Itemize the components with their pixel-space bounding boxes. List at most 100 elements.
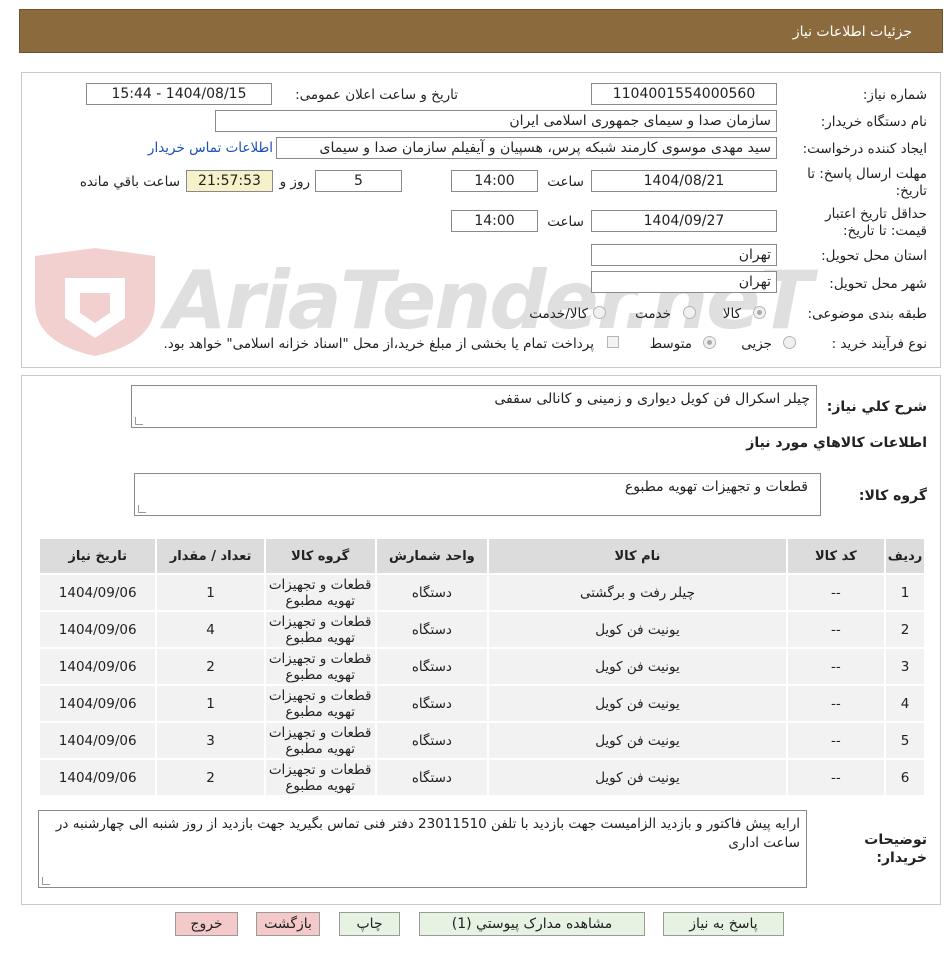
days-field: 5	[315, 170, 402, 192]
buyer-notes-label: توضیحات	[864, 832, 927, 848]
table-row: 3 -- یونیت فن کویل دستگاه قطعات و تجهیزا…	[37, 647, 926, 686]
category-label: طبقه بندی موضوعی:	[807, 306, 927, 322]
remaining-time-field: 21:57:53	[186, 170, 273, 192]
cell-row: 3	[884, 647, 926, 686]
exit-button[interactable]: خروج	[175, 912, 238, 936]
cell-unit: دستگاه	[374, 684, 490, 723]
validity-label-2: قیمت: تا تاریخ:	[843, 223, 927, 239]
table-row: 2 -- یونیت فن کویل دستگاه قطعات و تجهیزا…	[37, 610, 926, 649]
process-partial-label: جزیی	[741, 336, 772, 352]
deadline-label-2: تاریخ:	[895, 183, 927, 199]
items-table-body: 1 -- چیلر رفت و برگشتی دستگاه قطعات و تج…	[37, 573, 926, 797]
buyer-contact-link[interactable]: اطلاعات تماس خریدار	[148, 140, 273, 156]
buyer-notes-label-2: خریدار:	[876, 850, 927, 866]
cell-group: قطعات و تجهیزات تهویه مطبوع	[263, 647, 377, 686]
cell-code: --	[785, 610, 887, 649]
resize-grip-icon[interactable]	[138, 505, 146, 513]
category-goods-radio[interactable]	[753, 306, 766, 319]
cell-row: 2	[884, 610, 926, 649]
cell-row: 4	[884, 684, 926, 723]
resize-grip-icon[interactable]	[42, 877, 50, 885]
print-button[interactable]: چاپ	[339, 912, 400, 936]
treasury-payment-note: پرداخت تمام یا بخشی از مبلغ خرید،از محل …	[163, 336, 594, 352]
table-row: 5 -- یونیت فن کویل دستگاه قطعات و تجهیزا…	[37, 721, 926, 760]
cell-qty: 1	[155, 684, 266, 723]
resize-grip-icon[interactable]	[135, 417, 143, 425]
province-field: تهران	[591, 244, 777, 266]
cell-date: 1404/09/06	[37, 573, 158, 612]
col-row-header: ردیف	[884, 537, 926, 575]
reply-button[interactable]: پاسخ به نیاز	[663, 912, 784, 936]
category-goods-label: کالا	[722, 306, 741, 322]
cell-unit: دستگاه	[374, 573, 490, 612]
city-field: تهران	[591, 271, 777, 293]
cell-name: یونیت فن کویل	[487, 721, 788, 760]
validity-time-field: 14:00	[451, 210, 538, 232]
deadline-time-field: 14:00	[451, 170, 538, 192]
cell-unit: دستگاه	[374, 647, 490, 686]
goods-group-label: گروه کالا:	[858, 488, 927, 504]
category-both-label: کالا/خدمت	[529, 306, 588, 322]
category-service-label: خدمت	[635, 306, 671, 322]
treasury-payment-checkbox[interactable]	[607, 336, 619, 348]
validity-label: حداقل تاریخ اعتبار	[825, 206, 927, 222]
cell-group: قطعات و تجهیزات تهویه مطبوع	[263, 610, 377, 649]
city-label: شهر محل تحویل:	[829, 276, 927, 292]
requester-field: سید مهدی موسوی کارمند شبکه پرس، هسپیان و…	[276, 137, 777, 159]
cell-row: 6	[884, 758, 926, 797]
cell-qty: 3	[155, 721, 266, 760]
col-unit-header: واحد شمارش	[374, 537, 490, 575]
cell-date: 1404/09/06	[37, 721, 158, 760]
cell-qty: 1	[155, 573, 266, 612]
deadline-date-field: 1404/08/21	[591, 170, 777, 192]
buyer-notes-text: ارایه پیش فاکتور و بازدید الزامیست جهت ب…	[55, 816, 800, 851]
process-partial-radio[interactable]	[783, 336, 796, 349]
cell-name: یونیت فن کویل	[487, 647, 788, 686]
cell-name: یونیت فن کویل	[487, 610, 788, 649]
view-attachments-button[interactable]: مشاهده مدارک پیوستي (1)	[419, 912, 645, 936]
cell-date: 1404/09/06	[37, 610, 158, 649]
page-title: جزئیات اطلاعات نیاز	[792, 24, 912, 40]
table-row: 1 -- چیلر رفت و برگشتی دستگاه قطعات و تج…	[37, 573, 926, 612]
cell-group: قطعات و تجهیزات تهویه مطبوع	[263, 684, 377, 723]
general-description-field: چیلر اسکرال فن کویل دیواری و زمینی و کان…	[131, 385, 817, 428]
col-qty-header: تعداد / مقدار	[155, 537, 266, 575]
cell-qty: 2	[155, 647, 266, 686]
cell-row: 1	[884, 573, 926, 612]
cell-unit: دستگاه	[374, 721, 490, 760]
category-both-radio[interactable]	[593, 306, 606, 319]
goods-group-text: قطعات و تجهیزات تهویه مطبوع	[624, 479, 808, 495]
cell-code: --	[785, 573, 887, 612]
remaining-label: ساعت باقي مانده	[79, 174, 180, 190]
announce-field: 1404/08/15 - 15:44	[86, 83, 272, 105]
cell-name: چیلر رفت و برگشتی	[487, 573, 788, 612]
watermark-text: AriaTender.neT	[165, 254, 813, 347]
buyer-org-label: نام دستگاه خریدار:	[820, 114, 927, 130]
cell-group: قطعات و تجهیزات تهویه مطبوع	[263, 721, 377, 760]
deadline-time-label: ساعت	[547, 174, 584, 190]
category-service-radio[interactable]	[683, 306, 696, 319]
cell-code: --	[785, 758, 887, 797]
process-medium-label: متوسط	[649, 336, 692, 352]
col-date-header: تاریخ نیاز	[37, 537, 158, 575]
items-section-title: اطلاعات کالاهاي مورد نیاز	[746, 435, 927, 451]
col-code-header: کد کالا	[785, 537, 887, 575]
cell-code: --	[785, 684, 887, 723]
process-label: نوع فرآیند خرید :	[831, 336, 927, 352]
cell-date: 1404/09/06	[37, 647, 158, 686]
days-label: روز و	[279, 174, 310, 190]
requester-label: ایجاد کننده درخواست:	[802, 141, 927, 157]
announce-label: تاریخ و ساعت اعلان عمومی:	[295, 87, 458, 103]
process-medium-radio[interactable]	[703, 336, 716, 349]
cell-qty: 4	[155, 610, 266, 649]
need-number-field: 1104001554000560	[591, 83, 777, 105]
validity-time-label: ساعت	[547, 214, 584, 230]
table-header-row: ردیف کد کالا نام کالا واحد شمارش گروه کا…	[37, 537, 926, 575]
cell-code: --	[785, 647, 887, 686]
cell-date: 1404/09/06	[37, 684, 158, 723]
cell-name: یونیت فن کویل	[487, 758, 788, 797]
cell-code: --	[785, 721, 887, 760]
back-button[interactable]: بازگشت	[256, 912, 320, 936]
general-description-label: شرح کلي نیاز:	[826, 399, 927, 415]
cell-date: 1404/09/06	[37, 758, 158, 797]
